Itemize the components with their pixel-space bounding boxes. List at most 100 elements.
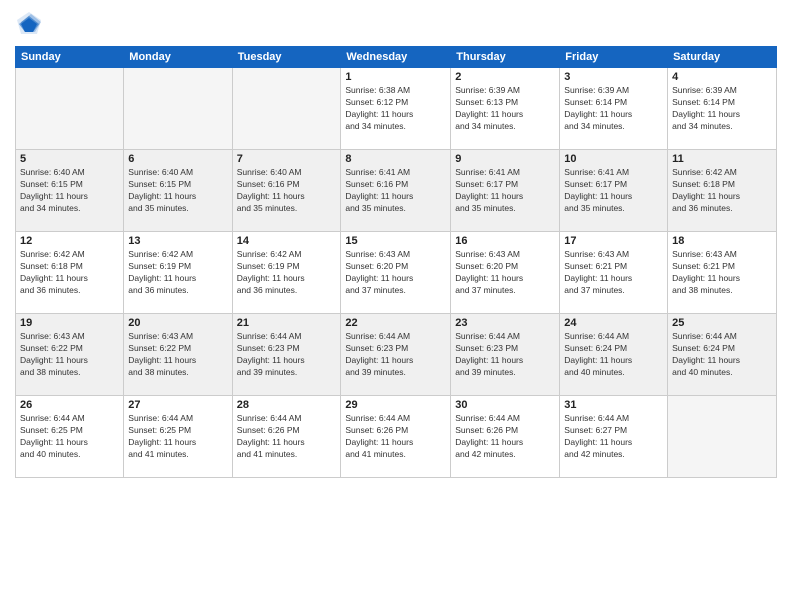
calendar-cell: 21 Sunrise: 6:44 AM Sunset: 6:23 PM Dayli… bbox=[232, 314, 341, 396]
day-info: Sunrise: 6:43 AM Sunset: 6:21 PM Dayligh… bbox=[564, 249, 663, 297]
calendar-header-row: SundayMondayTuesdayWednesdayThursdayFrid… bbox=[16, 47, 777, 68]
calendar-cell: 12 Sunrise: 6:42 AM Sunset: 6:18 PM Dayli… bbox=[16, 232, 124, 314]
calendar-header-thursday: Thursday bbox=[451, 47, 560, 68]
day-info: Sunrise: 6:43 AM Sunset: 6:22 PM Dayligh… bbox=[128, 331, 227, 379]
calendar-cell bbox=[16, 68, 124, 150]
day-number: 22 bbox=[345, 317, 446, 329]
calendar-cell: 25Sunrise: 6:44 AM Sunset: 6:24 PM Dayli… bbox=[668, 314, 777, 396]
calendar-cell: 15 Sunrise: 6:43 AM Sunset: 6:20 PM Dayli… bbox=[341, 232, 451, 314]
day-info: Sunrise: 6:42 AM Sunset: 6:19 PM Dayligh… bbox=[237, 249, 337, 297]
calendar-cell: 6 Sunrise: 6:40 AM Sunset: 6:15 PM Daylig… bbox=[124, 150, 232, 232]
day-number: 12 bbox=[20, 235, 119, 247]
day-number: 2 bbox=[455, 71, 555, 83]
day-number: 23 bbox=[455, 317, 555, 329]
day-number: 8 bbox=[345, 153, 446, 165]
day-info: Sunrise: 6:42 AM Sunset: 6:18 PM Dayligh… bbox=[20, 249, 119, 297]
calendar: SundayMondayTuesdayWednesdayThursdayFrid… bbox=[15, 46, 777, 478]
calendar-cell: 1Sunrise: 6:38 AM Sunset: 6:12 PM Daylig… bbox=[341, 68, 451, 150]
calendar-week-row: 26 Sunrise: 6:44 AM Sunset: 6:25 PM Dayli… bbox=[16, 396, 777, 478]
calendar-header-saturday: Saturday bbox=[668, 47, 777, 68]
calendar-cell: 3 Sunrise: 6:39 AM Sunset: 6:14 PM Daylig… bbox=[560, 68, 668, 150]
day-info: Sunrise: 6:44 AM Sunset: 6:24 PM Dayligh… bbox=[564, 331, 663, 379]
day-number: 27 bbox=[128, 399, 227, 411]
header bbox=[15, 10, 777, 38]
day-info: Sunrise: 6:39 AM Sunset: 6:13 PM Dayligh… bbox=[455, 85, 555, 133]
calendar-cell: 20 Sunrise: 6:43 AM Sunset: 6:22 PM Dayli… bbox=[124, 314, 232, 396]
day-number: 26 bbox=[20, 399, 119, 411]
day-number: 10 bbox=[564, 153, 663, 165]
day-info: Sunrise: 6:44 AM Sunset: 6:26 PM Dayligh… bbox=[237, 413, 337, 461]
day-info: Sunrise: 6:40 AM Sunset: 6:15 PM Dayligh… bbox=[20, 167, 119, 215]
day-number: 30 bbox=[455, 399, 555, 411]
day-info: Sunrise: 6:41 AM Sunset: 6:17 PM Dayligh… bbox=[455, 167, 555, 215]
calendar-week-row: 12 Sunrise: 6:42 AM Sunset: 6:18 PM Dayli… bbox=[16, 232, 777, 314]
day-number: 16 bbox=[455, 235, 555, 247]
day-info: Sunrise: 6:43 AM Sunset: 6:22 PM Dayligh… bbox=[20, 331, 119, 379]
day-info: Sunrise: 6:42 AM Sunset: 6:18 PM Dayligh… bbox=[672, 167, 772, 215]
day-number: 13 bbox=[128, 235, 227, 247]
calendar-header-monday: Monday bbox=[124, 47, 232, 68]
calendar-cell: 28 Sunrise: 6:44 AM Sunset: 6:26 PM Dayli… bbox=[232, 396, 341, 478]
day-number: 18 bbox=[672, 235, 772, 247]
logo bbox=[15, 10, 47, 38]
calendar-cell: 26 Sunrise: 6:44 AM Sunset: 6:25 PM Dayli… bbox=[16, 396, 124, 478]
calendar-header-wednesday: Wednesday bbox=[341, 47, 451, 68]
day-number: 14 bbox=[237, 235, 337, 247]
calendar-cell: 17 Sunrise: 6:43 AM Sunset: 6:21 PM Dayli… bbox=[560, 232, 668, 314]
day-number: 19 bbox=[20, 317, 119, 329]
day-number: 9 bbox=[455, 153, 555, 165]
day-info: Sunrise: 6:43 AM Sunset: 6:21 PM Dayligh… bbox=[672, 249, 772, 297]
calendar-cell: 27Sunrise: 6:44 AM Sunset: 6:25 PM Dayli… bbox=[124, 396, 232, 478]
page: SundayMondayTuesdayWednesdayThursdayFrid… bbox=[0, 0, 792, 612]
calendar-cell bbox=[668, 396, 777, 478]
day-info: Sunrise: 6:41 AM Sunset: 6:17 PM Dayligh… bbox=[564, 167, 663, 215]
day-number: 29 bbox=[345, 399, 446, 411]
calendar-cell bbox=[232, 68, 341, 150]
day-info: Sunrise: 6:44 AM Sunset: 6:26 PM Dayligh… bbox=[345, 413, 446, 461]
calendar-cell: 10 Sunrise: 6:41 AM Sunset: 6:17 PM Dayli… bbox=[560, 150, 668, 232]
day-number: 24 bbox=[564, 317, 663, 329]
calendar-cell: 18 Sunrise: 6:43 AM Sunset: 6:21 PM Dayli… bbox=[668, 232, 777, 314]
calendar-cell: 31Sunrise: 6:44 AM Sunset: 6:27 PM Dayli… bbox=[560, 396, 668, 478]
logo-icon bbox=[15, 10, 43, 38]
day-number: 21 bbox=[237, 317, 337, 329]
calendar-header-tuesday: Tuesday bbox=[232, 47, 341, 68]
day-number: 17 bbox=[564, 235, 663, 247]
day-number: 28 bbox=[237, 399, 337, 411]
calendar-header-friday: Friday bbox=[560, 47, 668, 68]
day-number: 15 bbox=[345, 235, 446, 247]
day-info: Sunrise: 6:44 AM Sunset: 6:23 PM Dayligh… bbox=[455, 331, 555, 379]
calendar-week-row: 19 Sunrise: 6:43 AM Sunset: 6:22 PM Dayli… bbox=[16, 314, 777, 396]
day-info: Sunrise: 6:39 AM Sunset: 6:14 PM Dayligh… bbox=[672, 85, 772, 133]
calendar-cell: 13Sunrise: 6:42 AM Sunset: 6:19 PM Dayli… bbox=[124, 232, 232, 314]
calendar-cell: 22 Sunrise: 6:44 AM Sunset: 6:23 PM Dayli… bbox=[341, 314, 451, 396]
calendar-cell: 24 Sunrise: 6:44 AM Sunset: 6:24 PM Dayli… bbox=[560, 314, 668, 396]
day-info: Sunrise: 6:40 AM Sunset: 6:16 PM Dayligh… bbox=[237, 167, 337, 215]
day-info: Sunrise: 6:44 AM Sunset: 6:23 PM Dayligh… bbox=[345, 331, 446, 379]
day-number: 7 bbox=[237, 153, 337, 165]
day-number: 6 bbox=[128, 153, 227, 165]
day-number: 20 bbox=[128, 317, 227, 329]
day-info: Sunrise: 6:43 AM Sunset: 6:20 PM Dayligh… bbox=[455, 249, 555, 297]
day-number: 4 bbox=[672, 71, 772, 83]
calendar-cell: 30 Sunrise: 6:44 AM Sunset: 6:26 PM Dayli… bbox=[451, 396, 560, 478]
calendar-cell bbox=[124, 68, 232, 150]
calendar-cell: 14 Sunrise: 6:42 AM Sunset: 6:19 PM Dayli… bbox=[232, 232, 341, 314]
calendar-cell: 8 Sunrise: 6:41 AM Sunset: 6:16 PM Daylig… bbox=[341, 150, 451, 232]
day-number: 25 bbox=[672, 317, 772, 329]
day-info: Sunrise: 6:44 AM Sunset: 6:25 PM Dayligh… bbox=[20, 413, 119, 461]
day-info: Sunrise: 6:44 AM Sunset: 6:23 PM Dayligh… bbox=[237, 331, 337, 379]
day-info: Sunrise: 6:44 AM Sunset: 6:26 PM Dayligh… bbox=[455, 413, 555, 461]
calendar-cell: 7 Sunrise: 6:40 AM Sunset: 6:16 PM Daylig… bbox=[232, 150, 341, 232]
day-info: Sunrise: 6:40 AM Sunset: 6:15 PM Dayligh… bbox=[128, 167, 227, 215]
day-info: Sunrise: 6:43 AM Sunset: 6:20 PM Dayligh… bbox=[345, 249, 446, 297]
calendar-cell: 11Sunrise: 6:42 AM Sunset: 6:18 PM Dayli… bbox=[668, 150, 777, 232]
day-number: 3 bbox=[564, 71, 663, 83]
calendar-cell: 4 Sunrise: 6:39 AM Sunset: 6:14 PM Daylig… bbox=[668, 68, 777, 150]
calendar-cell: 2 Sunrise: 6:39 AM Sunset: 6:13 PM Daylig… bbox=[451, 68, 560, 150]
calendar-cell: 16 Sunrise: 6:43 AM Sunset: 6:20 PM Dayli… bbox=[451, 232, 560, 314]
calendar-cell: 23 Sunrise: 6:44 AM Sunset: 6:23 PM Dayli… bbox=[451, 314, 560, 396]
calendar-header-sunday: Sunday bbox=[16, 47, 124, 68]
day-info: Sunrise: 6:39 AM Sunset: 6:14 PM Dayligh… bbox=[564, 85, 663, 133]
day-info: Sunrise: 6:41 AM Sunset: 6:16 PM Dayligh… bbox=[345, 167, 446, 215]
